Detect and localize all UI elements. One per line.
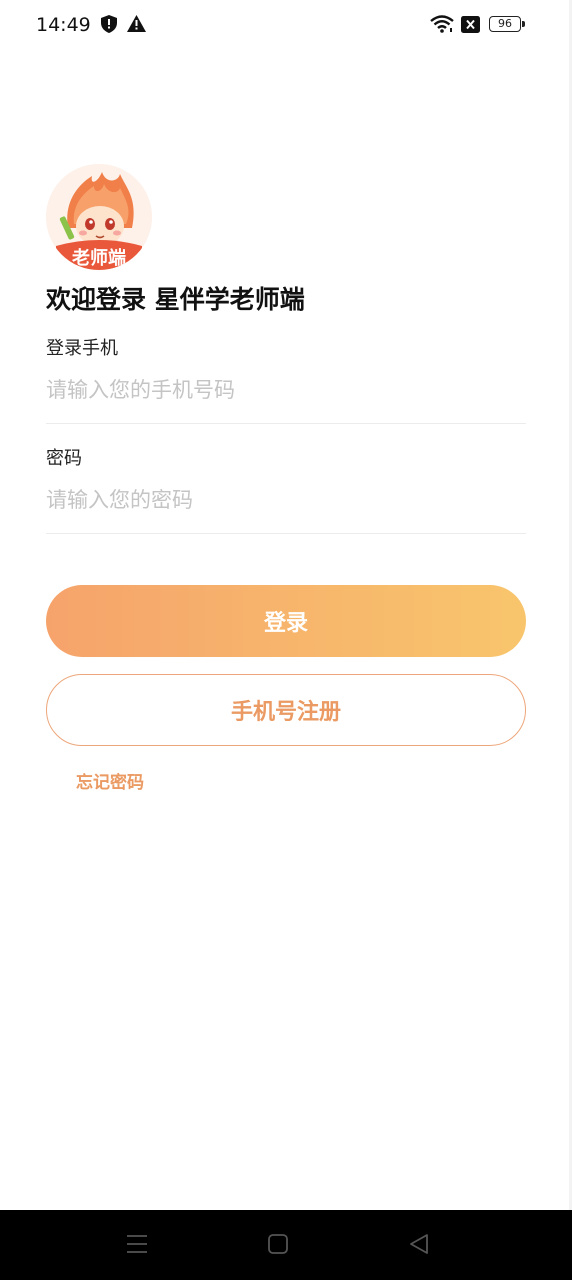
logo-label: 老师端: [72, 248, 126, 269]
phone-register-button[interactable]: 手机号注册: [46, 674, 526, 746]
menu-icon[interactable]: [126, 1232, 148, 1260]
system-nav-bar: [0, 1210, 572, 1280]
status-time: 14:49: [36, 14, 91, 36]
wifi-icon: [430, 15, 454, 37]
password-divider: [46, 533, 526, 534]
forgot-password-link[interactable]: 忘记密码: [76, 768, 144, 793]
sim-blocked-icon: [461, 16, 480, 37]
back-icon[interactable]: [408, 1232, 430, 1260]
warning-icon: [127, 15, 146, 36]
phone-input[interactable]: [46, 368, 526, 412]
phone-divider: [46, 423, 526, 424]
password-label: 密码: [46, 448, 82, 469]
battery-icon: 96: [489, 16, 525, 32]
home-icon[interactable]: [268, 1232, 288, 1260]
login-button[interactable]: 登录: [46, 585, 526, 657]
shield-icon: [101, 15, 117, 37]
status-bar: 14:49 96: [0, 0, 572, 50]
app-logo: 老师端: [46, 164, 152, 270]
page-title: 欢迎登录 星伴学老师端: [46, 285, 305, 314]
password-input[interactable]: [46, 478, 526, 522]
phone-label: 登录手机: [46, 338, 118, 359]
